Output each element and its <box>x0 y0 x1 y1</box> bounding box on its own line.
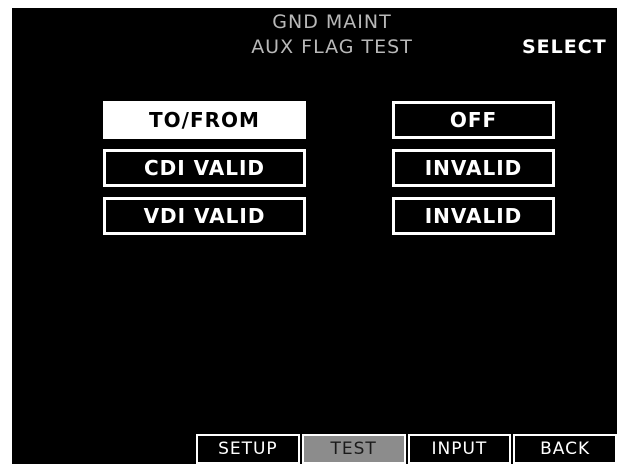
display-screen: GND MAINT AUX FLAG TEST SELECT TO/FROM O… <box>12 8 617 464</box>
flag-value-vdi-valid[interactable]: INVALID <box>392 197 555 235</box>
page-subtitle: AUX FLAG TEST <box>251 36 413 58</box>
softkey-back[interactable]: BACK <box>513 434 617 464</box>
softkey-test[interactable]: TEST <box>301 434 406 464</box>
softkey-bar: SETUP TEST INPUT BACK <box>196 434 617 464</box>
flag-value-to-from[interactable]: OFF <box>392 101 555 139</box>
page-title: GND MAINT <box>272 11 392 33</box>
flag-name-vdi-valid[interactable]: VDI VALID <box>103 197 306 235</box>
select-label: SELECT <box>522 36 607 58</box>
flag-name-to-from[interactable]: TO/FROM <box>103 101 306 139</box>
flag-name-cdi-valid[interactable]: CDI VALID <box>103 149 306 187</box>
flag-value-cdi-valid[interactable]: INVALID <box>392 149 555 187</box>
softkey-input[interactable]: INPUT <box>407 434 512 464</box>
softkey-setup[interactable]: SETUP <box>196 434 300 464</box>
